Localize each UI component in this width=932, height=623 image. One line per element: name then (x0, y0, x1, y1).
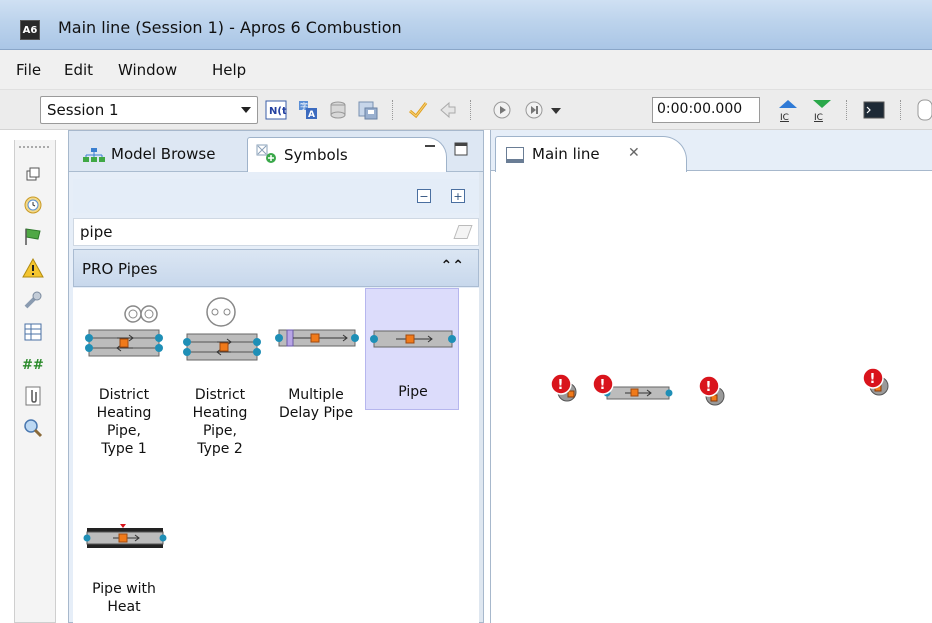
symbol-label: Pipe (398, 384, 428, 400)
session-select[interactable]: Session 1 (40, 96, 258, 124)
symbol-pipe-with-heat[interactable]: Pipe with Heat (77, 498, 171, 623)
arrow-icon[interactable] (436, 98, 460, 122)
maximize-icon[interactable] (453, 141, 469, 161)
symbol-district-heating-pipe-1[interactable]: District Heating Pipe, Type 1 (77, 292, 171, 484)
close-icon[interactable]: ✕ (628, 145, 640, 161)
hash-icon[interactable]: ## (21, 352, 45, 376)
step-icon[interactable] (522, 98, 546, 122)
menu-edit[interactable]: Edit (64, 61, 93, 79)
translate-icon[interactable]: 字A (296, 98, 320, 122)
ic-up-label: IC (780, 113, 789, 122)
menu-window[interactable]: Window (118, 61, 177, 79)
clip-icon[interactable] (21, 384, 45, 408)
toolbar-separator (846, 100, 847, 120)
toolbar-overflow[interactable] (912, 98, 932, 122)
symbol-label: Multiple Delay Pipe (278, 387, 354, 421)
pipe-heat-icon (83, 524, 167, 548)
hash-label: ## (22, 358, 44, 373)
simulation-time-field[interactable]: 0:00:00.000 (652, 97, 760, 123)
toolbar-separator (900, 100, 901, 120)
svg-text:!: ! (600, 378, 606, 393)
svg-text:!: ! (706, 380, 712, 395)
database-icon[interactable] (326, 98, 350, 122)
strip-grip (19, 146, 49, 148)
chevron-down-icon (241, 107, 251, 113)
ic-down-icon[interactable]: IC (808, 98, 836, 122)
pipe-node-error[interactable]: ! (589, 370, 679, 410)
menu-bar: File Edit Window Help (0, 50, 932, 90)
panel-scrollbar[interactable] (479, 172, 483, 622)
app-icon: A6 (20, 20, 40, 40)
editor-tabs: Main line ✕ (491, 130, 932, 172)
editor-tab-label: Main line (532, 145, 600, 163)
section-title: PRO Pipes (82, 260, 158, 278)
clear-search-icon[interactable] (453, 225, 473, 239)
error-node[interactable]: ! (547, 370, 587, 410)
symbol-district-heating-pipe-2[interactable]: District Heating Pipe, Type 2 (173, 292, 267, 484)
section-header-pro-pipes[interactable]: PRO Pipes ⌃⌃ (73, 249, 479, 287)
toolbar-separator (470, 100, 471, 120)
play-icon[interactable] (490, 98, 514, 122)
svg-text:N(t): N(t) (269, 106, 287, 117)
flag-icon[interactable] (21, 224, 45, 248)
tree-icon (83, 148, 105, 162)
main-toolbar: Session 1 N(t) 字A 0:00:00.000 IC IC (0, 90, 932, 130)
window-title: Main line (Session 1) - Apros 6 Combusti… (58, 18, 402, 37)
symbol-label: District Heating Pipe, Type 1 (96, 387, 152, 457)
menu-help[interactable]: Help (212, 61, 246, 79)
expand-all-icon[interactable]: + (451, 189, 465, 203)
svg-text:!: ! (558, 378, 564, 393)
clock-icon[interactable] (21, 192, 45, 216)
collapse-all-icon[interactable]: − (417, 189, 431, 203)
error-node[interactable]: ! (859, 364, 899, 404)
error-node[interactable]: ! (695, 372, 735, 412)
symbol-search-input[interactable]: pipe (73, 218, 479, 246)
tab-main-line[interactable]: Main line ✕ (495, 136, 687, 172)
symbol-palette: District Heating Pipe, Type 1 District H… (73, 288, 479, 623)
search-value: pipe (80, 223, 113, 241)
panel-toolbar: − + (73, 179, 479, 213)
restore-icon[interactable] (21, 162, 45, 186)
save-db-icon[interactable] (356, 98, 380, 122)
district-pipe-1-icon (85, 305, 163, 357)
dropdown-icon[interactable] (544, 98, 568, 122)
tab-symbols-label: Symbols (284, 146, 348, 164)
nl-toggle-icon[interactable]: N(t) (264, 98, 288, 122)
symbols-icon (256, 144, 276, 163)
tab-model-browser[interactable]: Model Browse (75, 137, 247, 172)
ic-up-icon[interactable]: IC (774, 98, 802, 122)
district-pipe-2-icon (183, 297, 261, 361)
warning-icon[interactable] (21, 256, 45, 280)
collapse-section-icon[interactable]: ⌃⌃ (441, 258, 464, 274)
diagram-editor: Main line ✕ ! ! ! ! (490, 130, 932, 623)
svg-text:A: A (308, 110, 315, 120)
delay-pipe-icon (275, 329, 359, 347)
toolbar-separator (392, 100, 393, 120)
title-bar: A6 Main line (Session 1) - Apros 6 Combu… (0, 0, 932, 50)
ic-down-label: IC (814, 113, 823, 122)
menu-file[interactable]: File (16, 61, 41, 79)
table-icon[interactable] (21, 320, 45, 344)
console-icon[interactable] (862, 98, 886, 122)
panel-tabs: Model Browse Symbols (69, 131, 483, 172)
diagram-icon (506, 147, 524, 163)
symbols-panel: Model Browse Symbols − + pipe PRO Pipes … (68, 130, 484, 623)
minimize-icon[interactable] (423, 141, 437, 160)
wrench-icon[interactable] (21, 288, 45, 312)
tab-symbols[interactable]: Symbols (247, 137, 447, 172)
svg-text:!: ! (870, 372, 876, 387)
pipe-icon (370, 330, 456, 348)
search-icon[interactable] (21, 416, 45, 440)
svg-text:字: 字 (300, 101, 308, 111)
session-value: Session 1 (47, 101, 119, 119)
symbol-label: Pipe with Heat (92, 581, 156, 615)
fast-view-strip: ## (14, 140, 56, 623)
symbol-multiple-delay-pipe[interactable]: Multiple Delay Pipe (269, 292, 363, 484)
symbol-pipe[interactable]: Pipe (365, 288, 459, 410)
check-icon[interactable] (406, 98, 430, 122)
symbol-label: District Heating Pipe, Type 2 (192, 387, 248, 457)
tab-model-label: Model Browse (111, 145, 216, 163)
